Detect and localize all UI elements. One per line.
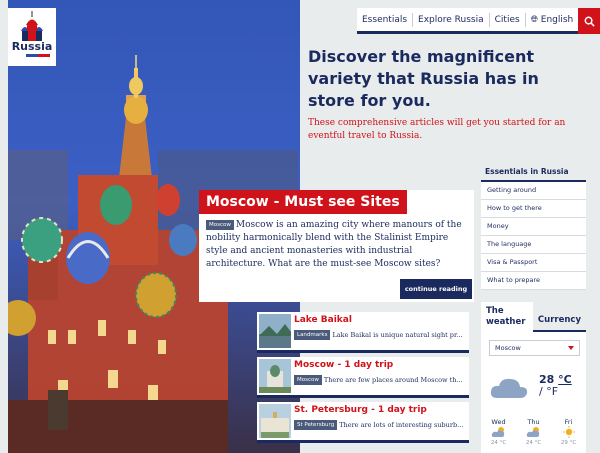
search-icon (584, 16, 595, 27)
sun-icon (562, 426, 575, 438)
article-card-title[interactable]: Moscow - 1 day trip (294, 360, 393, 370)
article-card[interactable]: St. Petersburg - 1 day trip St Petersbur… (257, 402, 469, 443)
article-card-title[interactable]: Lake Baikal (294, 315, 352, 325)
sidebar-item-language[interactable]: The language (481, 236, 586, 254)
forecast-day-temp: 24 °C (525, 440, 542, 446)
forecast-day: Fri 29 °C (554, 418, 584, 446)
page-subtext: These comprehensive articles will get yo… (308, 118, 566, 141)
featured-article-body: Moscow Moscow is an amazing city where ma… (199, 214, 474, 271)
article-thumbnail (259, 314, 291, 348)
featured-article-tag[interactable]: Moscow (206, 219, 234, 230)
featured-article-text: Moscow is an amazing city where manours … (206, 220, 462, 269)
forecast-day: Thu 24 °C (519, 418, 549, 446)
forecast-days: Wed 24 °C Thu 24 °C Fri 29 °C (481, 418, 586, 446)
sidebar-heading: Essentials in Russia (481, 163, 586, 182)
site-logo[interactable]: Russia (8, 8, 56, 66)
nav-item-explore-russia[interactable]: Explore Russia (413, 12, 490, 27)
forecast-day: Wed 24 °C (484, 418, 514, 446)
language-selector[interactable]: 🌐︎ English (526, 13, 579, 27)
article-card-snippet: Moscow There are few places around Moscow… (294, 375, 467, 385)
article-card-title[interactable]: St. Petersburg - 1 day trip (294, 405, 427, 415)
top-navigation: Essentials Explore Russia Cities 🌐︎ Engl… (357, 8, 579, 34)
language-label: English (540, 14, 574, 25)
article-card-text: Lake Baikal is unique natural sight pr..… (332, 331, 463, 339)
city-select[interactable]: Moscow (489, 340, 580, 356)
sidebar-item-visa-passport[interactable]: Visa & Passport (481, 254, 586, 272)
sidebar-item-how-to-get-there[interactable]: How to get there (481, 200, 586, 218)
tab-weather[interactable]: The weather (481, 302, 533, 332)
forecast-day-name: Thu (527, 418, 540, 426)
cathedral-logo-icon (21, 11, 43, 41)
article-card-text: There are lots of interesting suburb... (339, 421, 464, 429)
chevron-down-icon (568, 346, 574, 350)
sidebar-item-getting-around[interactable]: Getting around (481, 182, 586, 200)
forecast-day-temp: 24 °C (490, 440, 507, 446)
article-card[interactable]: Lake Baikal Landmarks Lake Baikal is uniq… (257, 312, 469, 353)
globe-icon: 🌐︎ (530, 14, 538, 25)
forecast-day-temp: 29 °C (560, 440, 577, 446)
forecast-day-name: Fri (564, 418, 573, 426)
partly-cloudy-icon (491, 427, 504, 437)
unit-celsius[interactable]: °C (558, 373, 572, 386)
unit-fahrenheit[interactable]: / °F (539, 385, 558, 398)
sidebar-item-money[interactable]: Money (481, 218, 586, 236)
logo-text: Russia (11, 40, 53, 53)
weather-widget: The weather Currency Moscow 28 °C / °F W… (481, 302, 586, 453)
essentials-sidebar: Essentials in Russia Getting around How … (481, 163, 586, 290)
city-select-value: Moscow (495, 344, 521, 352)
flag-stripe (14, 54, 50, 57)
nav-item-essentials[interactable]: Essentials (357, 12, 414, 27)
partly-cloudy-icon (526, 427, 539, 437)
article-thumbnail (259, 359, 291, 393)
article-card[interactable]: Moscow - 1 day trip Moscow There are few … (257, 357, 469, 398)
article-card-text: There are few places around Moscow th... (323, 376, 463, 384)
cloud-icon (490, 378, 528, 398)
tab-currency[interactable]: Currency (532, 302, 586, 332)
article-card-tag[interactable]: Landmarks (294, 330, 331, 340)
featured-article-title[interactable]: Moscow - Must see Sites (199, 190, 407, 214)
nav-item-cities[interactable]: Cities (490, 12, 526, 27)
article-card-snippet: St Petersburg There are lots of interesti… (294, 420, 467, 430)
article-card-tag[interactable]: St Petersburg (294, 420, 338, 430)
forecast-day-name: Wed (491, 418, 506, 426)
article-card-snippet: Landmarks Lake Baikal is unique natural s… (294, 330, 467, 340)
article-thumbnail (259, 404, 291, 438)
page-headline: Discover the magnificent variety that Ru… (308, 47, 539, 110)
sidebar-item-what-to-prepare[interactable]: What to prepare (481, 272, 586, 290)
continue-reading-button[interactable]: continue reading (400, 279, 472, 299)
article-card-tag[interactable]: Moscow (294, 375, 322, 385)
current-temperature: 28 °C / °F (539, 374, 572, 398)
search-button[interactable] (578, 8, 600, 34)
